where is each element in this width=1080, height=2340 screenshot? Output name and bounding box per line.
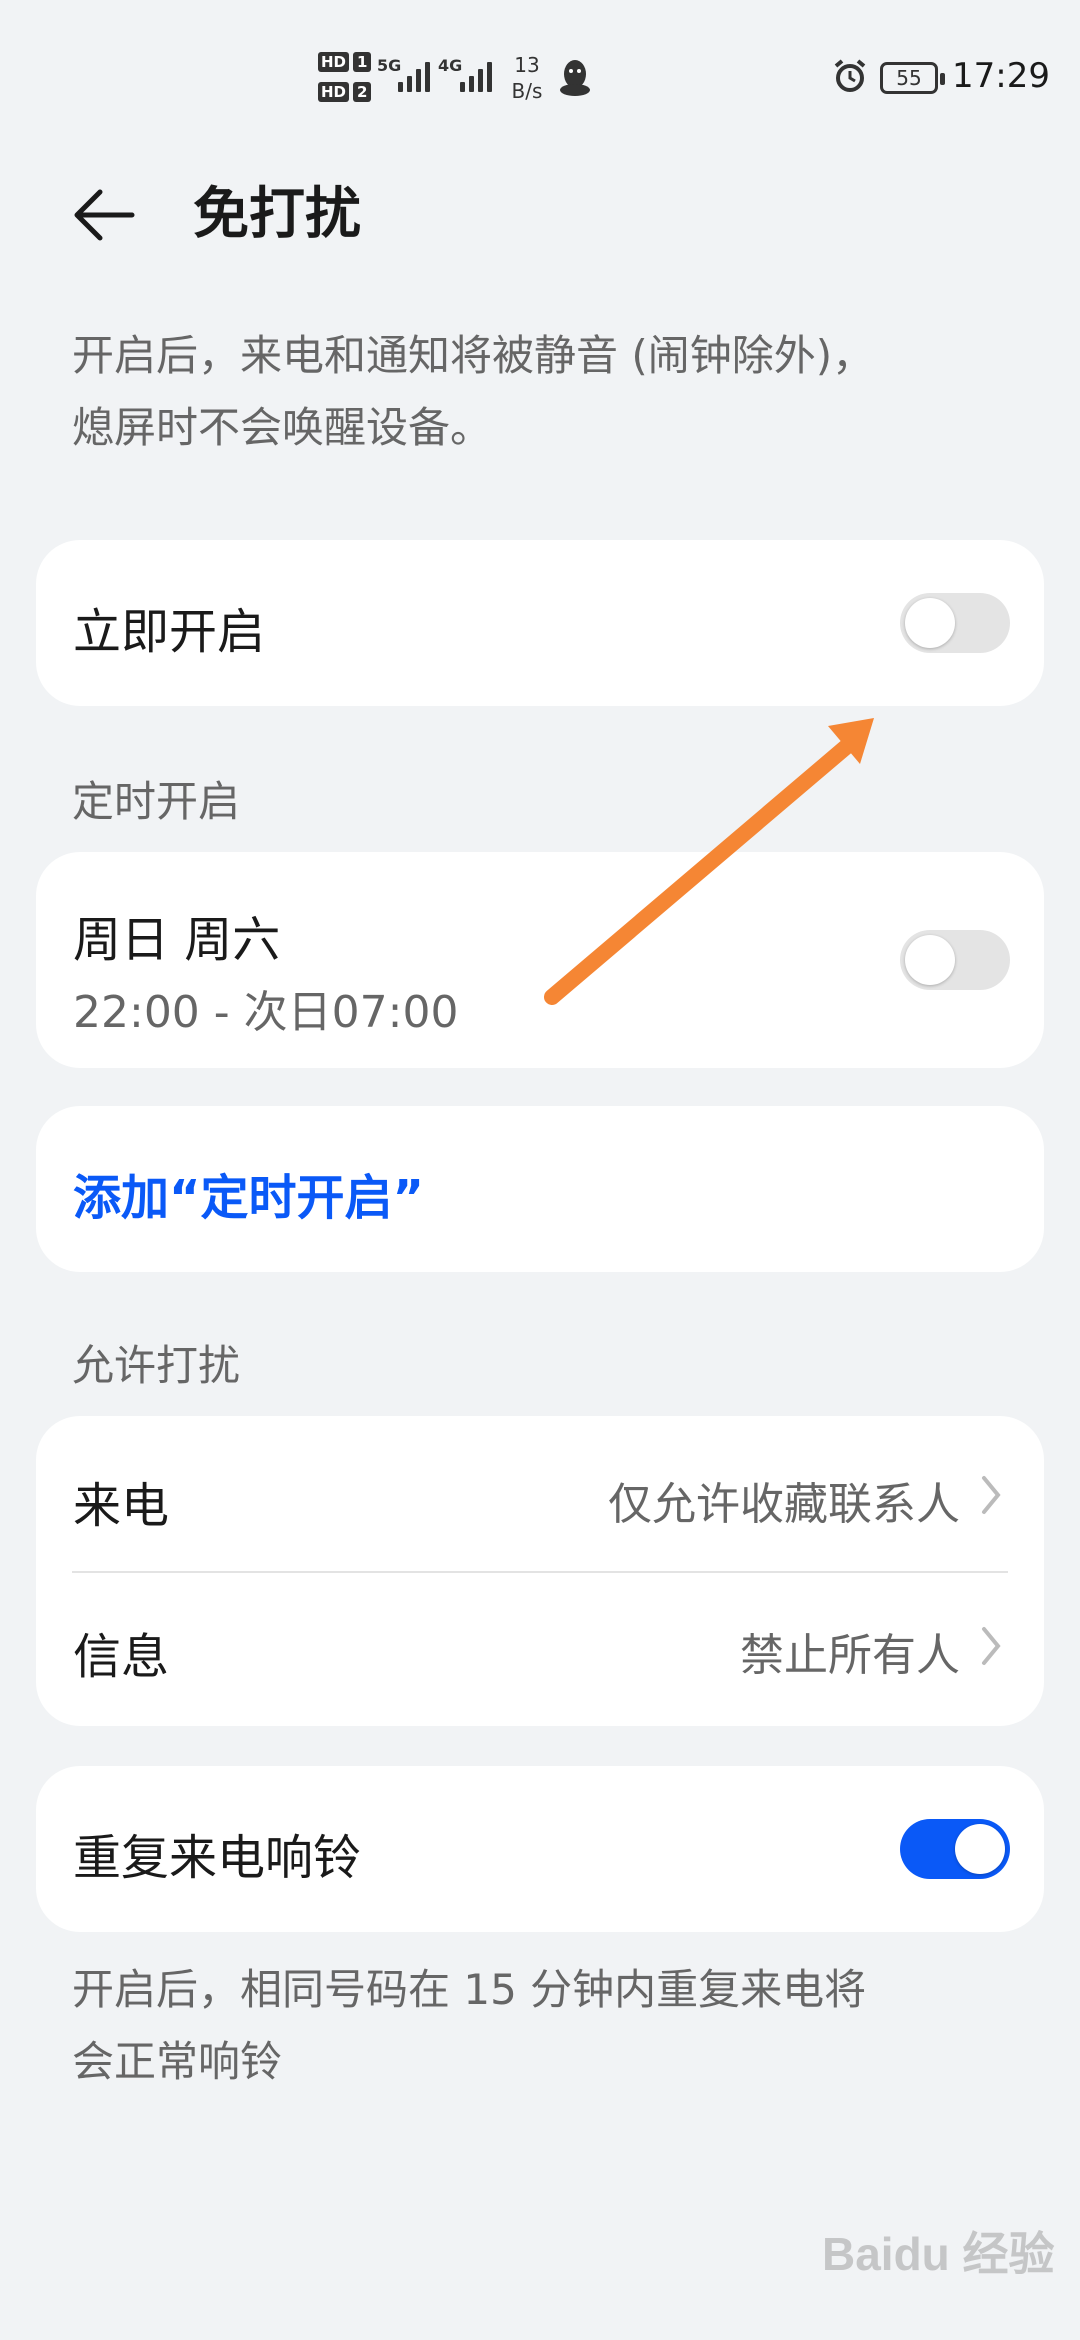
- toggle-knob: [955, 1824, 1005, 1874]
- status-time: 17:29: [952, 56, 1050, 96]
- allow-section-label: 允许打扰: [72, 1341, 241, 1390]
- repeat-calls-label: 重复来电响铃: [73, 1830, 362, 1886]
- toggle-knob: [905, 598, 955, 648]
- signal-bars-1-icon: [398, 58, 430, 92]
- arrow-left-icon: [74, 189, 135, 241]
- immediate-toggle[interactable]: [900, 593, 1010, 653]
- immediate-card[interactable]: 立即开启: [36, 540, 1044, 706]
- battery-indicator: 55: [880, 62, 945, 94]
- sim1-num: 1: [353, 52, 372, 72]
- schedule-days: 周日 周六: [73, 912, 281, 968]
- sim2-num: 2: [353, 82, 372, 102]
- baidu-watermark: Baidu 经验: [822, 2228, 1055, 2280]
- network-speed: 13 B/s: [502, 52, 552, 104]
- sim1-tag: HD: [318, 52, 350, 72]
- toggle-knob: [905, 935, 955, 985]
- add-schedule-button[interactable]: 添加“定时开启”: [73, 1158, 424, 1228]
- schedule-time-range: 22:00 - 次日07:00: [73, 987, 459, 1038]
- intro-description: 开启后，来电和通知将被静音 (闹钟除外)， 熄屏时不会唤醒设备。: [72, 320, 992, 464]
- sim1-indicator: HD 1: [318, 50, 372, 74]
- qq-icon: [558, 58, 592, 102]
- calls-label: 来电: [73, 1478, 170, 1534]
- chevron-right-icon: [982, 1627, 1001, 1665]
- network-speed-unit: B/s: [511, 79, 543, 103]
- repeat-calls-toggle[interactable]: [900, 1819, 1010, 1879]
- repeat-calls-card[interactable]: 重复来电响铃: [36, 1766, 1044, 1932]
- repeat-calls-note: 开启后，相同号码在 15 分钟内重复来电将 会正常响铃: [72, 1954, 992, 2098]
- repeat-calls-note-line-1: 开启后，相同号码在 15 分钟内重复来电将: [72, 1965, 867, 2014]
- alarm-icon: [832, 58, 868, 98]
- schedule-section-label: 定时开启: [72, 777, 241, 826]
- allow-card: 来电 仅允许收藏联系人 信息 禁止所有人: [36, 1416, 1044, 1726]
- sim2-tag: HD: [318, 82, 350, 102]
- network-speed-value: 13: [514, 53, 540, 77]
- back-button[interactable]: [70, 180, 150, 250]
- repeat-calls-note-line-2: 会正常响铃: [72, 2037, 283, 2086]
- chevron-right-icon: [982, 1476, 1001, 1514]
- screen: HD 1 HD 2 5G 4G 13 B/s 55 17:29 免打扰 开启后，…: [0, 0, 1080, 2340]
- sim2-indicator: HD 2: [318, 80, 372, 104]
- intro-line-2: 熄屏时不会唤醒设备。: [72, 403, 493, 452]
- messages-row[interactable]: 信息 禁止所有人: [36, 1573, 1044, 1726]
- network-type-2: 4G: [438, 56, 463, 75]
- sim-indicators: HD 1 HD 2: [318, 50, 372, 110]
- page-title: 免打扰: [193, 182, 361, 247]
- signal-bars-2-icon: [460, 58, 492, 92]
- schedule-card[interactable]: 周日 周六 22:00 - 次日07:00: [36, 852, 1044, 1068]
- immediate-label: 立即开启: [73, 604, 266, 660]
- status-bar: HD 1 HD 2 5G 4G 13 B/s 55 17:29: [0, 0, 1080, 150]
- messages-label: 信息: [73, 1629, 170, 1685]
- messages-value: 禁止所有人: [740, 1630, 960, 1681]
- schedule-toggle[interactable]: [900, 930, 1010, 990]
- calls-value: 仅允许收藏联系人: [608, 1479, 960, 1530]
- intro-line-1: 开启后，来电和通知将被静音 (闹钟除外)，: [72, 331, 875, 380]
- add-schedule-card[interactable]: 添加“定时开启”: [36, 1106, 1044, 1272]
- calls-row[interactable]: 来电 仅允许收藏联系人: [36, 1416, 1044, 1571]
